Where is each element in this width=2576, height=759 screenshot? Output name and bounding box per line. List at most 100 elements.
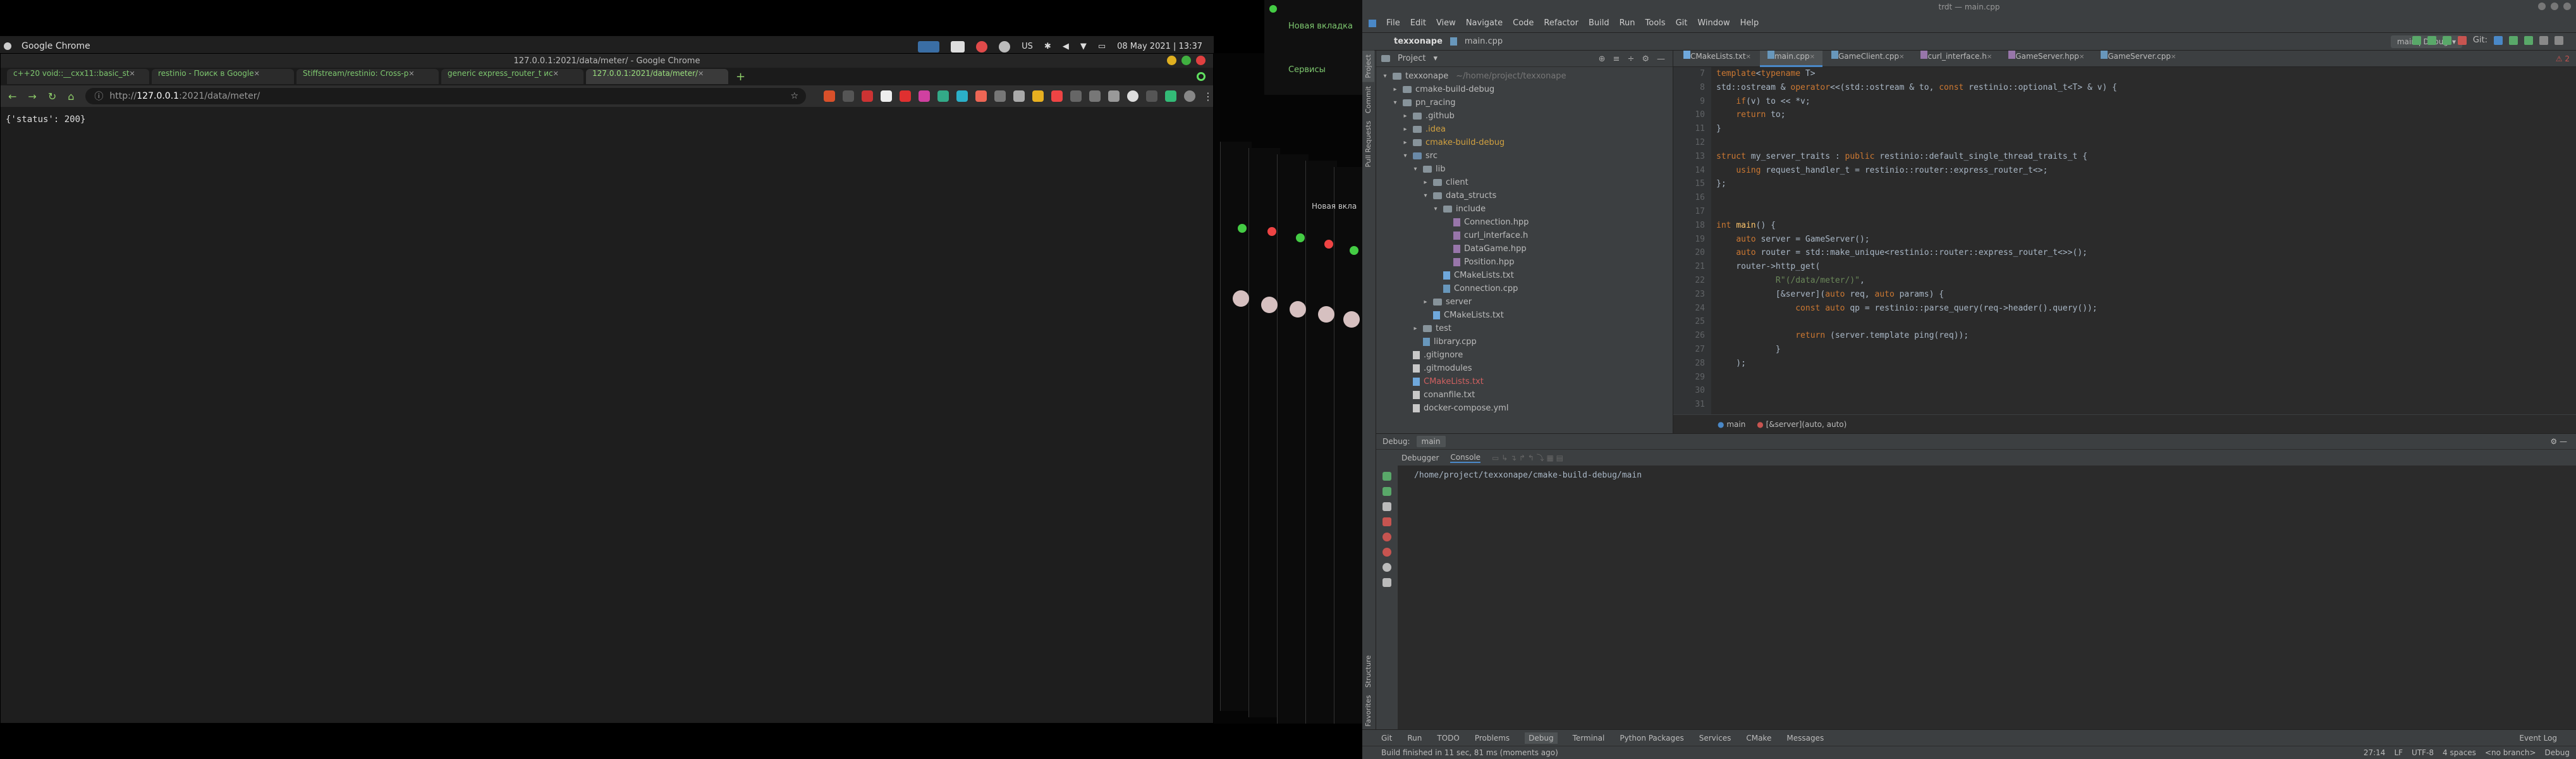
chevron-down-icon[interactable]: ▾	[1433, 54, 1438, 63]
git-push-icon[interactable]	[2524, 35, 2533, 45]
volume-icon[interactable]: ◀	[1063, 42, 1069, 51]
browser-tab[interactable]: restinio - Поиск в Google✕	[152, 69, 294, 84]
coverage-icon[interactable]	[2442, 35, 2451, 45]
tree-item[interactable]: ▾ include	[1376, 202, 1673, 216]
tool-tab-structure[interactable]: Structure	[1362, 651, 1374, 691]
editor-tab[interactable]: curl_interface.h✕	[1913, 50, 1999, 67]
reload-icon[interactable]: ↻	[48, 90, 56, 102]
stop-icon[interactable]	[1383, 517, 1391, 526]
network-icon[interactable]: ▼	[1080, 42, 1087, 51]
cursor-position[interactable]: 27:14	[2364, 748, 2386, 757]
menu-file[interactable]: File	[1386, 18, 1400, 28]
browser-tab[interactable]: Stiffstream/restinio: Cross-p✕	[296, 69, 439, 84]
extension-icon[interactable]	[862, 90, 873, 102]
resume-icon[interactable]	[1383, 487, 1391, 496]
menu-git[interactable]: Git	[1676, 18, 1688, 28]
debug-status[interactable]: Debug	[2545, 748, 2570, 757]
menu-run[interactable]: Run	[1620, 18, 1635, 28]
expand-caret-icon[interactable]: ▾	[1412, 166, 1419, 173]
menu-view[interactable]: View	[1436, 18, 1456, 28]
code-line[interactable]: if(v) to << *v;	[1716, 95, 2563, 109]
extension-icon[interactable]	[937, 90, 949, 102]
tool-services[interactable]: Services	[1699, 734, 1731, 743]
breadcrumb-item[interactable]: ● main	[1718, 420, 1745, 429]
expand-caret-icon[interactable]: ▸	[1422, 299, 1429, 305]
code-line[interactable]	[1716, 384, 2563, 398]
tool-run[interactable]: Run	[1407, 734, 1422, 743]
expand-caret-icon[interactable]: ▾	[1391, 99, 1399, 106]
editor-tab-active[interactable]: main.cpp✕	[1759, 50, 1822, 67]
profile-avatar[interactable]	[1184, 90, 1195, 102]
extension-icon[interactable]	[824, 90, 835, 102]
tab-close-icon[interactable]: ✕	[553, 70, 559, 78]
editor-tab[interactable]: GameClient.cpp✕	[1824, 50, 1912, 67]
extension-icon[interactable]	[994, 90, 1006, 102]
code-line[interactable]: auto router = std::make_unique<restinio:…	[1716, 246, 2563, 260]
tool-debug[interactable]: Debug	[1525, 732, 1558, 744]
editor-tab[interactable]: CMakeLists.txt✕	[1676, 50, 1759, 67]
tab-close-icon[interactable]: ✕	[698, 70, 704, 78]
tab-close-icon[interactable]: ✕	[254, 70, 260, 78]
tree-item[interactable]: ▸ .idea	[1376, 123, 1673, 136]
new-tab-button[interactable]: +	[736, 70, 745, 83]
tree-item[interactable]: ▾ lib	[1376, 163, 1673, 176]
tree-item[interactable]: library.cpp	[1376, 335, 1673, 349]
expand-caret-icon[interactable]: ▸	[1391, 86, 1399, 93]
tab-close-icon[interactable]: ✕	[1899, 54, 1904, 61]
extension-icon[interactable]	[881, 90, 892, 102]
locate-icon[interactable]: ⊕	[1599, 54, 1606, 64]
tree-item[interactable]: DataGame.hpp	[1376, 242, 1673, 256]
close-button[interactable]	[2563, 3, 2571, 10]
extension-icon[interactable]	[1070, 90, 1082, 102]
stop-icon[interactable]	[2457, 35, 2467, 45]
minimize-button[interactable]	[2538, 3, 2546, 10]
chrome-menu-icon[interactable]: ⋮	[1203, 90, 1213, 102]
collapse-all-icon[interactable]: ≡	[1613, 54, 1620, 64]
extension-icon[interactable]	[975, 90, 987, 102]
extension-icon[interactable]	[1165, 90, 1176, 102]
record-icon[interactable]	[976, 40, 988, 52]
code-line[interactable]: }	[1716, 343, 2563, 357]
code-line[interactable]: template<typename T>	[1716, 67, 2563, 81]
run-icon[interactable]	[2412, 35, 2421, 45]
zoom-icon[interactable]	[1383, 563, 1391, 572]
tab-search-icon[interactable]	[1197, 72, 1206, 81]
tree-item[interactable]: ▸ cmake-build-debug	[1376, 136, 1673, 149]
tab-close-icon[interactable]: ✕	[1746, 54, 1751, 61]
minimize-button[interactable]	[1167, 56, 1176, 65]
home-icon[interactable]: ⌂	[68, 90, 74, 102]
code-line[interactable]: std::ostream & operator<<(std::ostream &…	[1716, 81, 2563, 95]
nav-project[interactable]: texxonape	[1394, 37, 1443, 46]
code-line[interactable]	[1716, 398, 2563, 412]
pause-icon[interactable]	[1383, 502, 1391, 511]
code-line[interactable]	[1716, 371, 2563, 385]
mute-breakpoints-icon[interactable]	[1383, 548, 1391, 557]
extension-icon[interactable]	[1127, 90, 1138, 102]
pin-icon[interactable]	[1383, 578, 1391, 587]
browser-tab[interactable]: generic express_router_t ис✕	[441, 69, 583, 84]
expand-caret-icon[interactable]: ▸	[1401, 113, 1409, 120]
keyboard-layout[interactable]: US	[1022, 42, 1033, 51]
nav-file[interactable]: main.cpp	[1465, 37, 1503, 46]
tab-debugger[interactable]: Debugger	[1401, 454, 1439, 462]
editor-tab[interactable]: GameServer.hpp✕	[2001, 50, 2092, 67]
mini-window-link[interactable]: Сервисы	[1288, 65, 1326, 75]
menu-tools[interactable]: Tools	[1645, 18, 1666, 28]
code-area[interactable]: 7 8 9 10 11 12 13 14 15 16 17 18 19 20 21 22 23 24 25 26 27 2…	[1673, 67, 2576, 414]
tool-cmake[interactable]: CMake	[1746, 734, 1771, 743]
expand-caret-icon[interactable]: ▾	[1401, 152, 1409, 159]
tree-item[interactable]: curl_interface.h	[1376, 229, 1673, 242]
taskbar-icon[interactable]	[918, 40, 940, 52]
bluetooth-icon[interactable]: ✱	[1044, 42, 1051, 51]
menu-navigate[interactable]: Navigate	[1466, 18, 1503, 28]
debug-icon[interactable]	[2427, 35, 2436, 45]
tree-item[interactable]: ▾ src	[1376, 149, 1673, 163]
stacked-window[interactable]	[1220, 142, 1252, 711]
menu-help[interactable]: Help	[1740, 18, 1759, 28]
settings-icon[interactable]	[999, 40, 1011, 52]
code-line[interactable]: const auto qp = restinio::parse_query(re…	[1716, 302, 2563, 316]
tree-item[interactable]: conanfile.txt	[1376, 388, 1673, 402]
code-line[interactable]	[1716, 136, 2563, 150]
extension-icon[interactable]	[1089, 90, 1101, 102]
tree-item[interactable]: ▸ .github	[1376, 109, 1673, 123]
